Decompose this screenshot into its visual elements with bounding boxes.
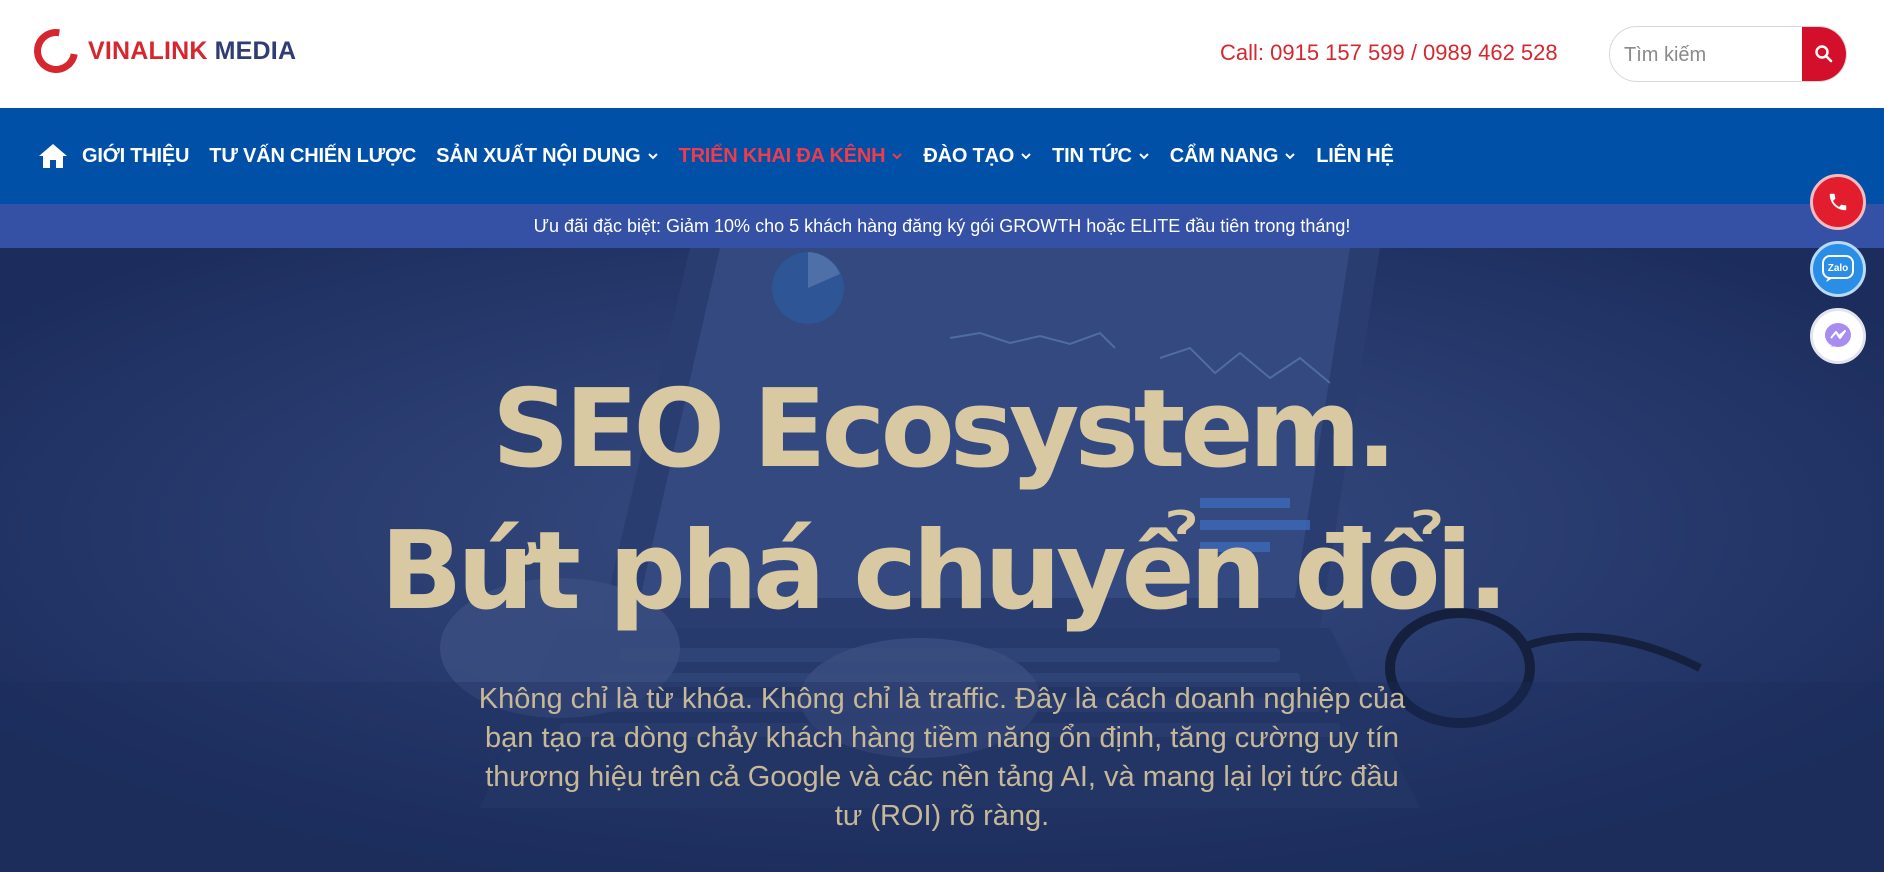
nav-menu: GIỚI THIỆU TƯ VẤN CHIẾN LƯỢC SẢN XUẤT NỘI … [82, 108, 1414, 204]
zalo-button[interactable]: Zalo [1810, 241, 1866, 297]
chevron-down-icon [1021, 153, 1031, 160]
search-input[interactable] [1622, 27, 1806, 81]
promo-banner: Ưu đãi đặc biệt: Giảm 10% cho 5 khách hà… [0, 204, 1884, 248]
phone-icon [1829, 193, 1847, 211]
nav-item-7[interactable]: CẨM NANG [1170, 145, 1296, 168]
nav-item-2[interactable]: TƯ VẤN CHIẾN LƯỢC [209, 145, 416, 168]
nav-item-label: SẢN XUẤT NỘI DUNG [436, 144, 641, 167]
nav-item-6[interactable]: TIN TỨC [1052, 145, 1150, 168]
nav-item-label: TIN TỨC [1052, 144, 1132, 167]
chevron-down-icon [1139, 153, 1149, 160]
nav-item-4[interactable]: TRIỂN KHAI ĐA KÊNH [679, 145, 904, 168]
nav-item-label: LIÊN HỆ [1316, 144, 1394, 167]
nav-item-5[interactable]: ĐÀO TẠO [923, 145, 1032, 168]
nav-item-3[interactable]: SẢN XUẤT NỘI DUNG [436, 145, 658, 168]
zalo-icon: Zalo [1822, 255, 1854, 282]
nav-item-1[interactable]: GIỚI THIỆU [82, 145, 189, 168]
nav-item-label: TRIỂN KHAI ĐA KÊNH [678, 144, 886, 167]
logo[interactable]: VINALINK MEDIA [25, 20, 297, 82]
chevron-down-icon [647, 153, 658, 160]
nav-item-label: GIỚI THIỆU [82, 144, 190, 167]
hero-title-line1: SEO Ecosystem. [491, 367, 1397, 492]
hero-subtitle: Không chỉ là từ khóa. Không chỉ là traff… [478, 683, 1406, 832]
phone-call-button[interactable] [1810, 174, 1866, 230]
hero-title-line2: Bứt phá chuyển đổi. [380, 509, 1509, 634]
search-button[interactable] [1802, 27, 1846, 81]
messenger-icon [1825, 323, 1851, 347]
logo-text-media: MEDIA [214, 36, 297, 65]
chevron-down-icon [1285, 153, 1295, 160]
nav-item-label: TƯ VẤN CHIẾN LƯỢC [209, 144, 417, 167]
messenger-button[interactable] [1810, 308, 1866, 364]
home-icon[interactable] [38, 142, 68, 170]
promo-text: Ưu đãi đặc biệt: Giảm 10% cho 5 khách hà… [533, 215, 1351, 236]
nav-item-label: ĐÀO TẠO [923, 144, 1015, 167]
hero-section: SEO Ecosystem. Bứt phá chuyển đổi. Không… [0, 248, 1884, 872]
logo-text-vinalink: VINALINK [88, 36, 208, 65]
chevron-down-icon [892, 153, 903, 160]
nav-item-label: CẨM NANG [1169, 144, 1279, 167]
search-icon [1815, 45, 1833, 63]
main-nav: GIỚI THIỆU TƯ VẤN CHIẾN LƯỢC SẢN XUẤT NỘI … [0, 108, 1884, 204]
logo-mark-icon [25, 20, 87, 82]
search-box [1609, 26, 1847, 82]
call-hotline[interactable]: Call: 0915 157 599 / 0989 462 528 [1220, 40, 1558, 66]
svg-text:Zalo: Zalo [1828, 263, 1849, 274]
nav-item-8[interactable]: LIÊN HỆ [1316, 145, 1394, 168]
site-header: VINALINK MEDIA Call: 0915 157 599 / 0989 … [0, 0, 1884, 108]
